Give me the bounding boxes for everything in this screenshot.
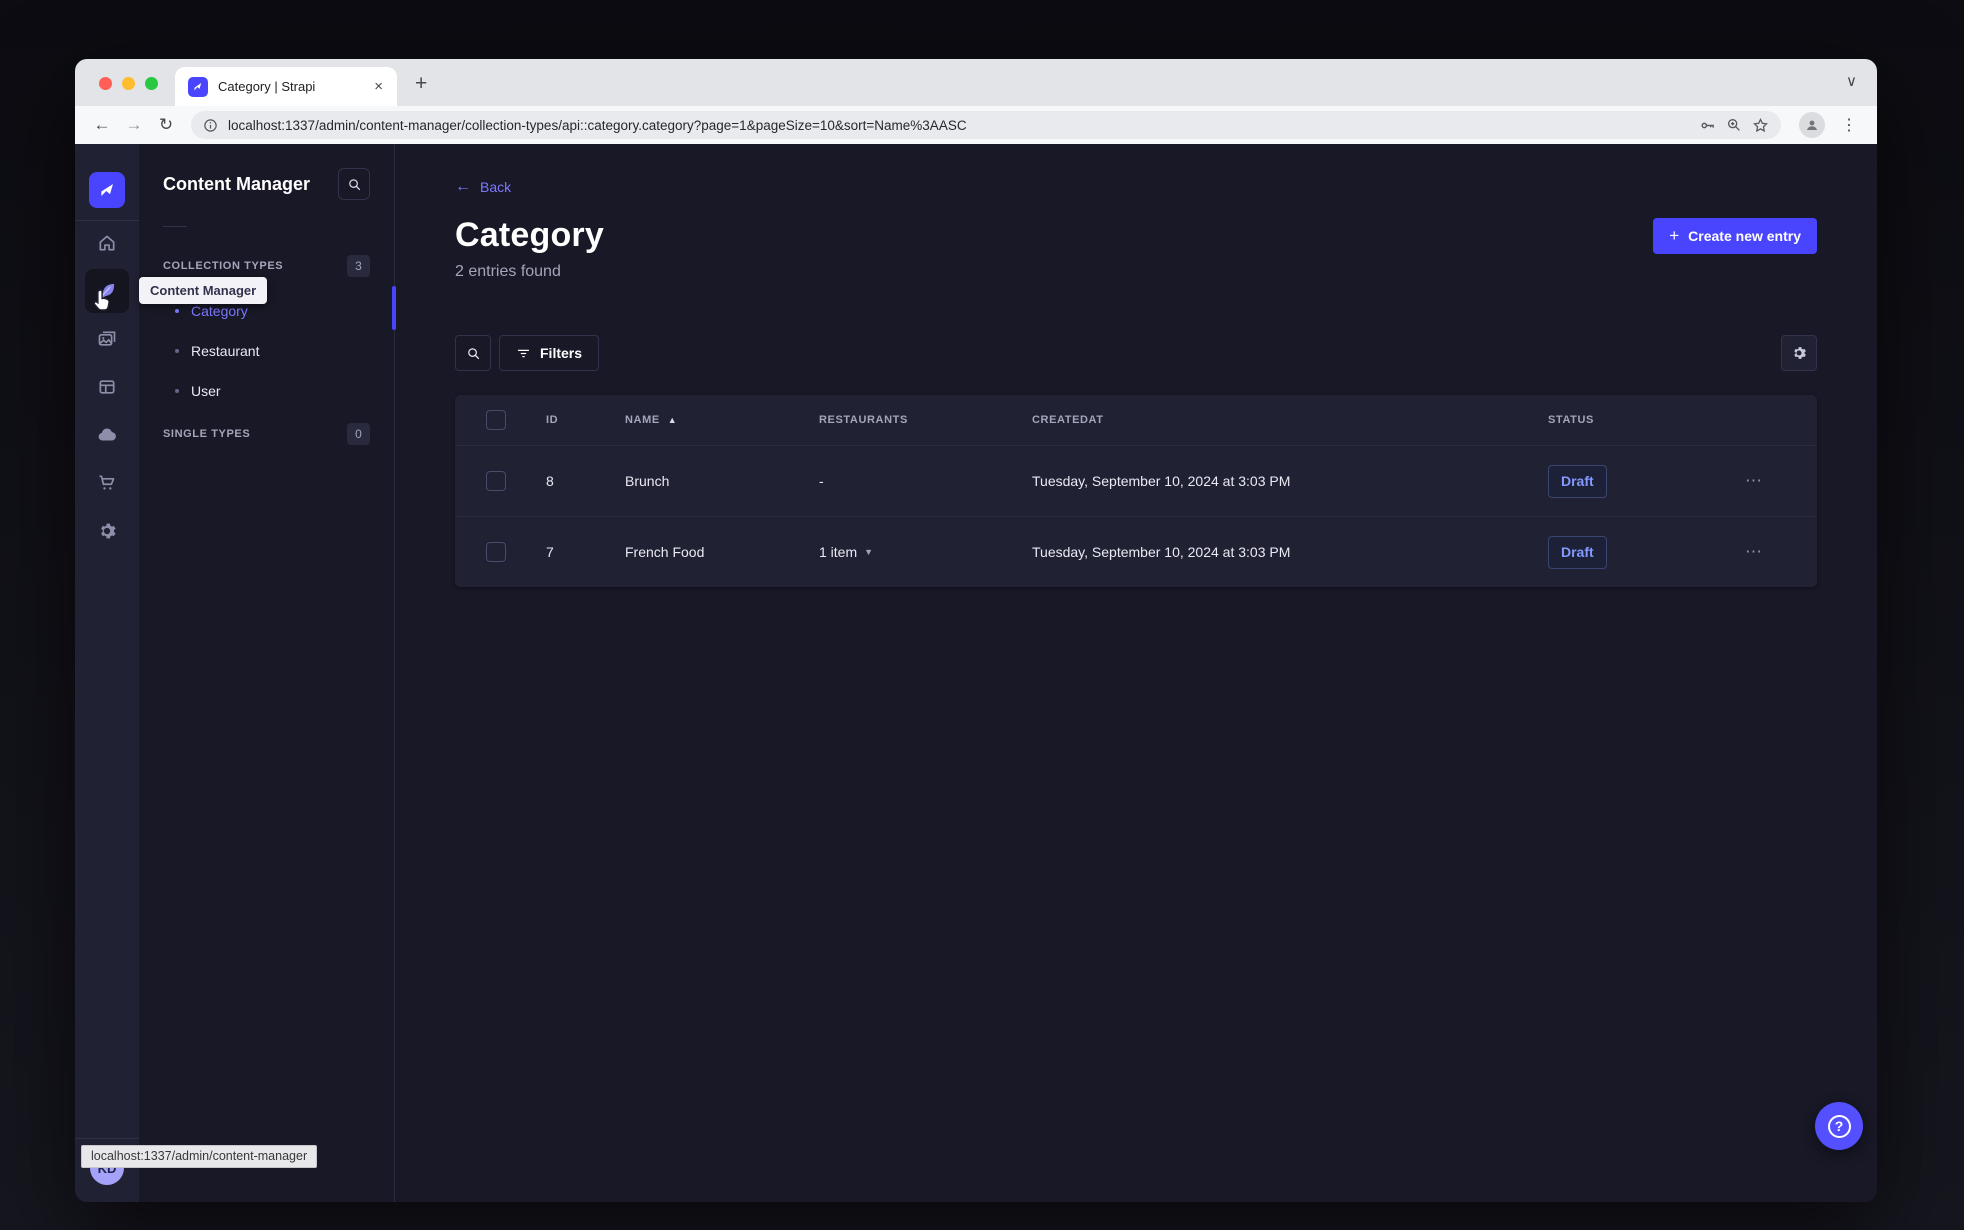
collection-types-section: COLLECTION TYPES 3 bbox=[139, 255, 394, 277]
create-new-entry-button[interactable]: + Create new entry bbox=[1653, 218, 1817, 254]
browser-tabstrip: Category | Strapi × + ∨ bbox=[75, 59, 1877, 106]
select-all-checkbox[interactable] bbox=[486, 410, 506, 430]
back-link[interactable]: ← Back bbox=[455, 178, 511, 196]
view-settings-gear-button[interactable] bbox=[1781, 335, 1817, 371]
browser-window: Category | Strapi × + ∨ ← → ↻ localhost:… bbox=[75, 59, 1877, 1202]
sidebar-item-label: Category bbox=[191, 303, 248, 319]
zoom-window-button[interactable] bbox=[145, 77, 158, 90]
collection-types-label: COLLECTION TYPES bbox=[163, 260, 284, 272]
row-checkbox[interactable] bbox=[486, 542, 506, 562]
single-types-section: SINGLE TYPES 0 bbox=[139, 423, 394, 445]
plus-icon: + bbox=[1669, 226, 1680, 245]
rail-bottom-divider bbox=[75, 1138, 139, 1139]
link-status-bar: localhost:1337/admin/content-manager bbox=[81, 1145, 318, 1168]
nav-marketplace-icon[interactable] bbox=[85, 461, 129, 505]
subnav-search-button[interactable] bbox=[338, 168, 370, 200]
browser-profile-avatar[interactable] bbox=[1799, 112, 1825, 138]
close-window-button[interactable] bbox=[99, 77, 112, 90]
back-arrow-icon: ← bbox=[455, 178, 471, 195]
back-label: Back bbox=[480, 179, 512, 195]
url-text[interactable]: localhost:1337/admin/content-manager/col… bbox=[228, 118, 1689, 133]
browser-tab[interactable]: Category | Strapi × bbox=[175, 67, 397, 106]
minimize-window-button[interactable] bbox=[122, 77, 135, 90]
bullet-icon bbox=[175, 349, 179, 353]
sort-ascending-icon: ▲ bbox=[667, 415, 678, 425]
entries-table: ID NAME ▲ RESTAURANTS CREATEDAT STATUS 8… bbox=[455, 395, 1817, 587]
subnav-divider bbox=[163, 226, 187, 227]
sidebar-item-label: User bbox=[191, 383, 221, 399]
cell-id: 8 bbox=[546, 473, 554, 489]
nav-content-type-builder-icon[interactable] bbox=[85, 365, 129, 409]
zoom-page-icon[interactable] bbox=[1726, 117, 1742, 133]
main-nav-rail: KD bbox=[75, 144, 139, 1202]
nav-cloud-icon[interactable] bbox=[85, 413, 129, 457]
cell-restaurants: - bbox=[819, 473, 824, 489]
cell-id: 7 bbox=[546, 544, 554, 560]
tab-search-chevron-icon[interactable]: ∨ bbox=[1846, 72, 1857, 90]
tab-close-icon[interactable]: × bbox=[370, 77, 387, 96]
row-actions-menu-icon[interactable]: ⋯ bbox=[1745, 542, 1817, 562]
nav-settings-icon[interactable] bbox=[85, 509, 129, 553]
password-key-icon[interactable] bbox=[1699, 117, 1716, 134]
help-icon: ? bbox=[1827, 1114, 1851, 1138]
bullet-icon bbox=[175, 309, 179, 313]
sidebar-item-user[interactable]: User bbox=[139, 371, 394, 411]
strapi-favicon-icon bbox=[188, 76, 208, 97]
bullet-icon bbox=[175, 389, 179, 393]
create-button-label: Create new entry bbox=[1688, 228, 1801, 244]
single-types-count: 0 bbox=[347, 423, 370, 445]
bookmark-star-icon[interactable] bbox=[1752, 117, 1769, 134]
browser-menu-icon[interactable]: ⋮ bbox=[1835, 115, 1863, 135]
table-search-button[interactable] bbox=[455, 335, 491, 371]
content-manager-tooltip: Content Manager bbox=[139, 277, 268, 304]
tab-title: Category | Strapi bbox=[218, 79, 316, 94]
column-header-status[interactable]: STATUS bbox=[1548, 414, 1745, 426]
row-actions-menu-icon[interactable]: ⋯ bbox=[1745, 471, 1817, 491]
new-tab-button[interactable]: + bbox=[415, 73, 427, 94]
back-nav-icon[interactable]: ← bbox=[89, 115, 115, 135]
nav-home-icon[interactable] bbox=[85, 221, 129, 265]
cell-createdat: Tuesday, September 10, 2024 at 3:03 PM bbox=[1032, 544, 1291, 560]
entries-count: 2 entries found bbox=[455, 263, 561, 280]
traffic-lights bbox=[99, 77, 158, 90]
filters-label: Filters bbox=[540, 345, 583, 361]
nav-content-manager-icon[interactable] bbox=[85, 269, 129, 313]
site-info-icon[interactable] bbox=[203, 118, 218, 133]
column-header-id[interactable]: ID bbox=[546, 414, 625, 426]
active-item-indicator bbox=[392, 286, 396, 330]
chevron-down-icon: ▼ bbox=[864, 547, 874, 557]
page-title: Category bbox=[455, 216, 604, 254]
subnav-title: Content Manager bbox=[163, 173, 311, 194]
cell-name: French Food bbox=[625, 544, 705, 560]
collection-types-count: 3 bbox=[347, 255, 370, 277]
sidebar-item-label: Restaurant bbox=[191, 343, 260, 359]
cell-name: Brunch bbox=[625, 473, 670, 489]
sidebar-item-restaurant[interactable]: Restaurant bbox=[139, 331, 394, 371]
nav-media-library-icon[interactable] bbox=[85, 317, 129, 361]
filters-button[interactable]: Filters bbox=[499, 335, 600, 371]
single-types-label: SINGLE TYPES bbox=[163, 428, 251, 440]
table-header-row: ID NAME ▲ RESTAURANTS CREATEDAT STATUS bbox=[455, 395, 1817, 445]
status-badge: Draft bbox=[1548, 535, 1607, 569]
strapi-app: KD Content Manager COLLECTION TYPES 3 Ca… bbox=[75, 144, 1877, 1202]
strapi-logo[interactable] bbox=[89, 172, 125, 208]
column-header-name[interactable]: NAME ▲ bbox=[625, 414, 819, 426]
column-header-restaurants[interactable]: RESTAURANTS bbox=[819, 414, 1032, 426]
forward-nav-icon[interactable]: → bbox=[121, 115, 147, 135]
column-header-createdat[interactable]: CREATEDAT bbox=[1032, 414, 1548, 426]
reload-icon[interactable]: ↻ bbox=[153, 115, 179, 135]
status-badge: Draft bbox=[1548, 464, 1607, 498]
main-content: ← Back Category 2 entries found + Create… bbox=[395, 144, 1877, 1202]
url-bar[interactable]: localhost:1337/admin/content-manager/col… bbox=[191, 111, 1781, 139]
help-button[interactable]: ? bbox=[1815, 1102, 1863, 1150]
cell-createdat: Tuesday, September 10, 2024 at 3:03 PM bbox=[1032, 473, 1291, 489]
filter-icon bbox=[516, 346, 531, 361]
row-checkbox[interactable] bbox=[486, 471, 506, 491]
browser-toolbar: ← → ↻ localhost:1337/admin/content-manag… bbox=[75, 106, 1877, 144]
cell-restaurants[interactable]: 1 item ▼ bbox=[819, 544, 1032, 560]
table-row[interactable]: 7 French Food 1 item ▼ Tuesday, Septembe… bbox=[455, 516, 1817, 587]
table-row[interactable]: 8 Brunch - Tuesday, September 10, 2024 a… bbox=[455, 445, 1817, 516]
